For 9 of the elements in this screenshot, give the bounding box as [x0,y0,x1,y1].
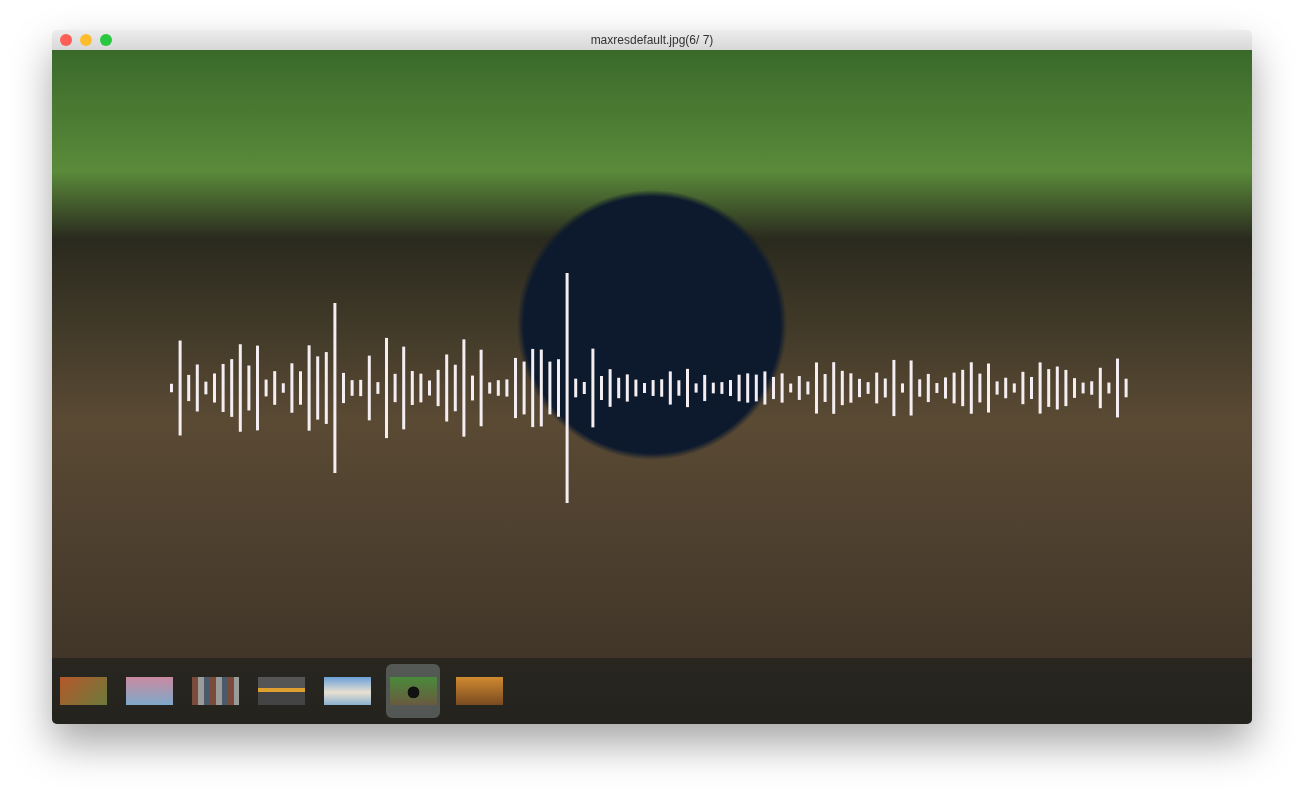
thumbnail-image [455,677,503,705]
thumbnail-image [389,677,437,705]
thumbnail[interactable] [386,664,440,718]
window-title: maxresdefault.jpg(6/ 7) [589,33,715,47]
thumbnail-image [323,677,371,705]
thumbnail-image [257,677,305,705]
thumbnail-image [191,677,239,705]
thumbnail-image [59,677,107,705]
thumbnail-image [125,677,173,705]
